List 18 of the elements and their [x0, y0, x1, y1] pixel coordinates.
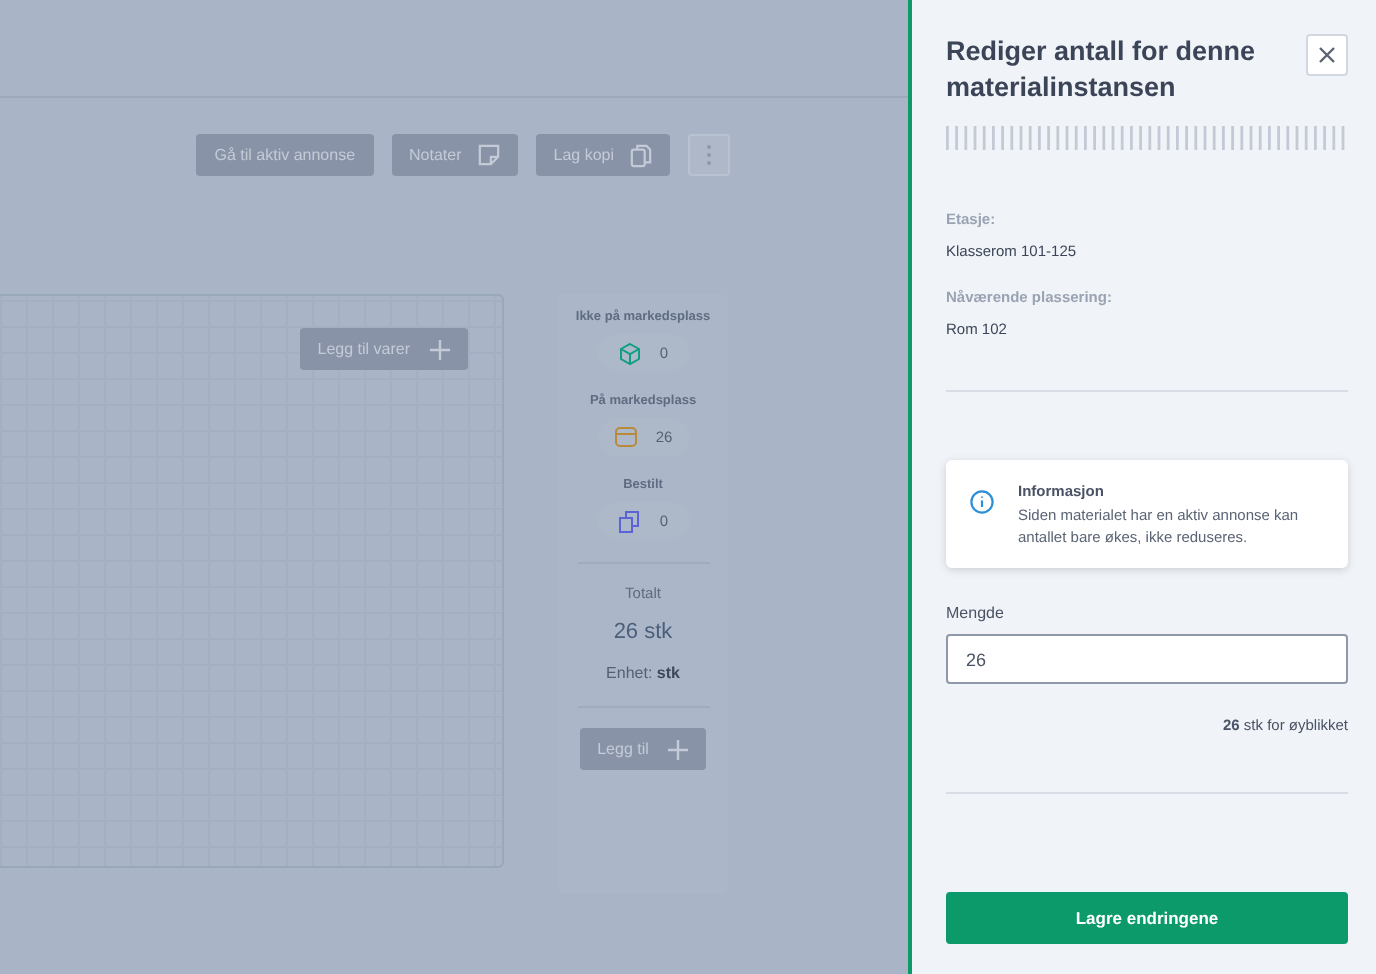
toolbar-button[interactable]: Lag kopi [535, 134, 670, 176]
add-button[interactable]: Legg til [579, 728, 707, 770]
total-value: 26 stk [613, 620, 673, 644]
plus-icon [430, 339, 450, 359]
plus-icon [668, 739, 689, 759]
save-button[interactable]: Lagre endringene [946, 892, 1348, 944]
close-button[interactable] [1306, 34, 1348, 76]
unit-text: Enhet: stk [606, 664, 680, 682]
close-icon [1318, 46, 1336, 64]
note-icon [477, 144, 500, 166]
add-items-button[interactable]: Legg til varer [299, 328, 468, 370]
toolbar-button[interactable]: Gå til aktiv annonse [196, 134, 374, 176]
info-icon [970, 490, 994, 514]
drawer-title: Rediger antall for denne materialinstansen [946, 34, 1258, 106]
copy-icon [630, 143, 652, 167]
quantity-label: Mengde [946, 604, 1006, 622]
quantity-input[interactable]: 26 [946, 634, 1348, 684]
toolbar-button[interactable]: Notater [391, 134, 518, 176]
